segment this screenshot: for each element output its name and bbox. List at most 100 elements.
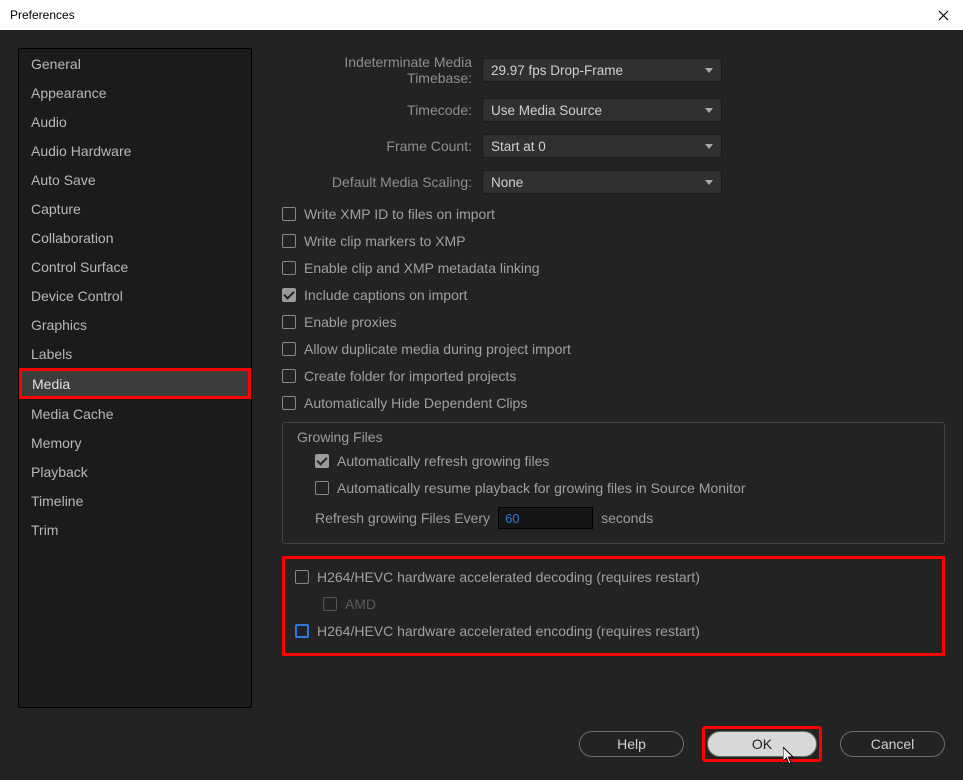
checkbox-icon [282, 261, 296, 275]
checkbox-duplicate[interactable]: Allow duplicate media during project imp… [282, 341, 945, 357]
preferences-sidebar: General Appearance Audio Audio Hardware … [18, 48, 252, 708]
refresh-unit: seconds [601, 510, 653, 526]
checkbox-amd: AMD [323, 596, 932, 612]
sidebar-item-label: Labels [31, 346, 72, 362]
checkbox-label: Enable clip and XMP metadata linking [304, 260, 540, 276]
checkbox-hwdecoding[interactable]: H264/HEVC hardware accelerated decoding … [295, 569, 932, 585]
checkbox-icon [315, 481, 329, 495]
sidebar-item-label: Memory [31, 435, 82, 451]
chevron-down-icon [705, 180, 713, 185]
sidebar-item-capture[interactable]: Capture [19, 194, 251, 223]
checkbox-icon [282, 207, 296, 221]
close-button[interactable] [923, 0, 963, 30]
sidebar-item-memory[interactable]: Memory [19, 428, 251, 457]
sidebar-item-label: Audio Hardware [31, 143, 131, 159]
ok-button[interactable]: OK [707, 731, 817, 757]
dropdown-value: Start at 0 [491, 139, 546, 154]
sidebar-item-labels[interactable]: Labels [19, 339, 251, 368]
sidebar-item-label: Device Control [31, 288, 123, 304]
checkbox-label: Allow duplicate media during project imp… [304, 341, 571, 357]
sidebar-item-label: Graphics [31, 317, 87, 333]
checkbox-label: Automatically resume playback for growin… [337, 480, 746, 496]
checkbox-createfolder[interactable]: Create folder for imported projects [282, 368, 945, 384]
sidebar-item-trim[interactable]: Trim [19, 515, 251, 544]
checkbox-icon [282, 234, 296, 248]
checkbox-icon [282, 369, 296, 383]
sidebar-item-appearance[interactable]: Appearance [19, 78, 251, 107]
checkbox-label: Automatically refresh growing files [337, 453, 549, 469]
checkbox-icon [282, 396, 296, 410]
checkbox-label: H264/HEVC hardware accelerated encoding … [317, 623, 700, 639]
checkbox-label: AMD [345, 596, 376, 612]
sidebar-item-label: Media [32, 376, 70, 392]
sidebar-item-label: Playback [31, 464, 88, 480]
sidebar-item-label: Media Cache [31, 406, 114, 422]
checkbox-xmpid[interactable]: Write XMP ID to files on import [282, 206, 945, 222]
window-title: Preferences [10, 8, 953, 22]
checkbox-hwencoding[interactable]: H264/HEVC hardware accelerated encoding … [295, 623, 932, 639]
checkbox-clipmarkers[interactable]: Write clip markers to XMP [282, 233, 945, 249]
checkbox-label: Write XMP ID to files on import [304, 206, 495, 222]
dropdown-value: Use Media Source [491, 103, 602, 118]
sidebar-item-media-cache[interactable]: Media Cache [19, 399, 251, 428]
checkbox-label: Write clip markers to XMP [304, 233, 466, 249]
media-panel: Indeterminate Media Timebase: 29.97 fps … [282, 48, 945, 708]
checkbox-proxies[interactable]: Enable proxies [282, 314, 945, 330]
titlebar: Preferences [0, 0, 963, 30]
checkbox-label: Include captions on import [304, 287, 467, 303]
sidebar-item-label: Appearance [31, 85, 107, 101]
dropdown-value: 29.97 fps Drop-Frame [491, 63, 623, 78]
sidebar-item-label: Trim [31, 522, 58, 538]
sidebar-item-device-control[interactable]: Device Control [19, 281, 251, 310]
scaling-dropdown[interactable]: None [482, 170, 722, 194]
checkbox-icon [323, 597, 337, 611]
checkbox-icon [282, 342, 296, 356]
chevron-down-icon [705, 108, 713, 113]
growing-files-group: Growing Files Automatically refresh grow… [282, 422, 945, 544]
checkbox-metadatalink[interactable]: Enable clip and XMP metadata linking [282, 260, 945, 276]
sidebar-item-label: Capture [31, 201, 81, 217]
dropdown-value: None [491, 175, 523, 190]
checkbox-icon [295, 624, 309, 638]
help-button[interactable]: Help [579, 731, 684, 757]
timecode-dropdown[interactable]: Use Media Source [482, 98, 722, 122]
chevron-down-icon [705, 144, 713, 149]
chevron-down-icon [705, 68, 713, 73]
checkbox-label: Create folder for imported projects [304, 368, 516, 384]
growing-files-title: Growing Files [297, 429, 930, 445]
cancel-button[interactable]: Cancel [840, 731, 945, 757]
dialog-footer: Help OK Cancel [18, 708, 945, 762]
sidebar-item-audio-hardware[interactable]: Audio Hardware [19, 136, 251, 165]
checkbox-autoresume[interactable]: Automatically resume playback for growin… [315, 480, 930, 496]
sidebar-item-playback[interactable]: Playback [19, 457, 251, 486]
sidebar-item-label: Audio [31, 114, 67, 130]
checkbox-label: Automatically Hide Dependent Clips [304, 395, 527, 411]
refresh-label: Refresh growing Files Every [315, 510, 490, 526]
checkbox-label: H264/HEVC hardware accelerated decoding … [317, 569, 700, 585]
checkbox-captions[interactable]: Include captions on import [282, 287, 945, 303]
sidebar-item-control-surface[interactable]: Control Surface [19, 252, 251, 281]
refresh-interval-input[interactable]: 60 [498, 507, 593, 529]
sidebar-item-media[interactable]: Media [19, 368, 251, 399]
checkbox-hidedeps[interactable]: Automatically Hide Dependent Clips [282, 395, 945, 411]
framecount-dropdown[interactable]: Start at 0 [482, 134, 722, 158]
checkbox-icon [282, 315, 296, 329]
checkbox-icon [282, 288, 296, 302]
sidebar-item-label: Collaboration [31, 230, 114, 246]
timebase-dropdown[interactable]: 29.97 fps Drop-Frame [482, 58, 722, 82]
sidebar-item-label: Timeline [31, 493, 83, 509]
timebase-label: Indeterminate Media Timebase: [282, 54, 482, 86]
sidebar-item-collaboration[interactable]: Collaboration [19, 223, 251, 252]
sidebar-item-label: Control Surface [31, 259, 128, 275]
ok-highlight: OK [702, 726, 822, 762]
checkbox-icon [315, 454, 329, 468]
sidebar-item-audio[interactable]: Audio [19, 107, 251, 136]
sidebar-item-timeline[interactable]: Timeline [19, 486, 251, 515]
sidebar-item-graphics[interactable]: Graphics [19, 310, 251, 339]
timecode-label: Timecode: [282, 102, 482, 118]
sidebar-item-label: General [31, 56, 81, 72]
checkbox-autorefresh[interactable]: Automatically refresh growing files [315, 453, 930, 469]
sidebar-item-auto-save[interactable]: Auto Save [19, 165, 251, 194]
sidebar-item-general[interactable]: General [19, 49, 251, 78]
sidebar-item-label: Auto Save [31, 172, 96, 188]
